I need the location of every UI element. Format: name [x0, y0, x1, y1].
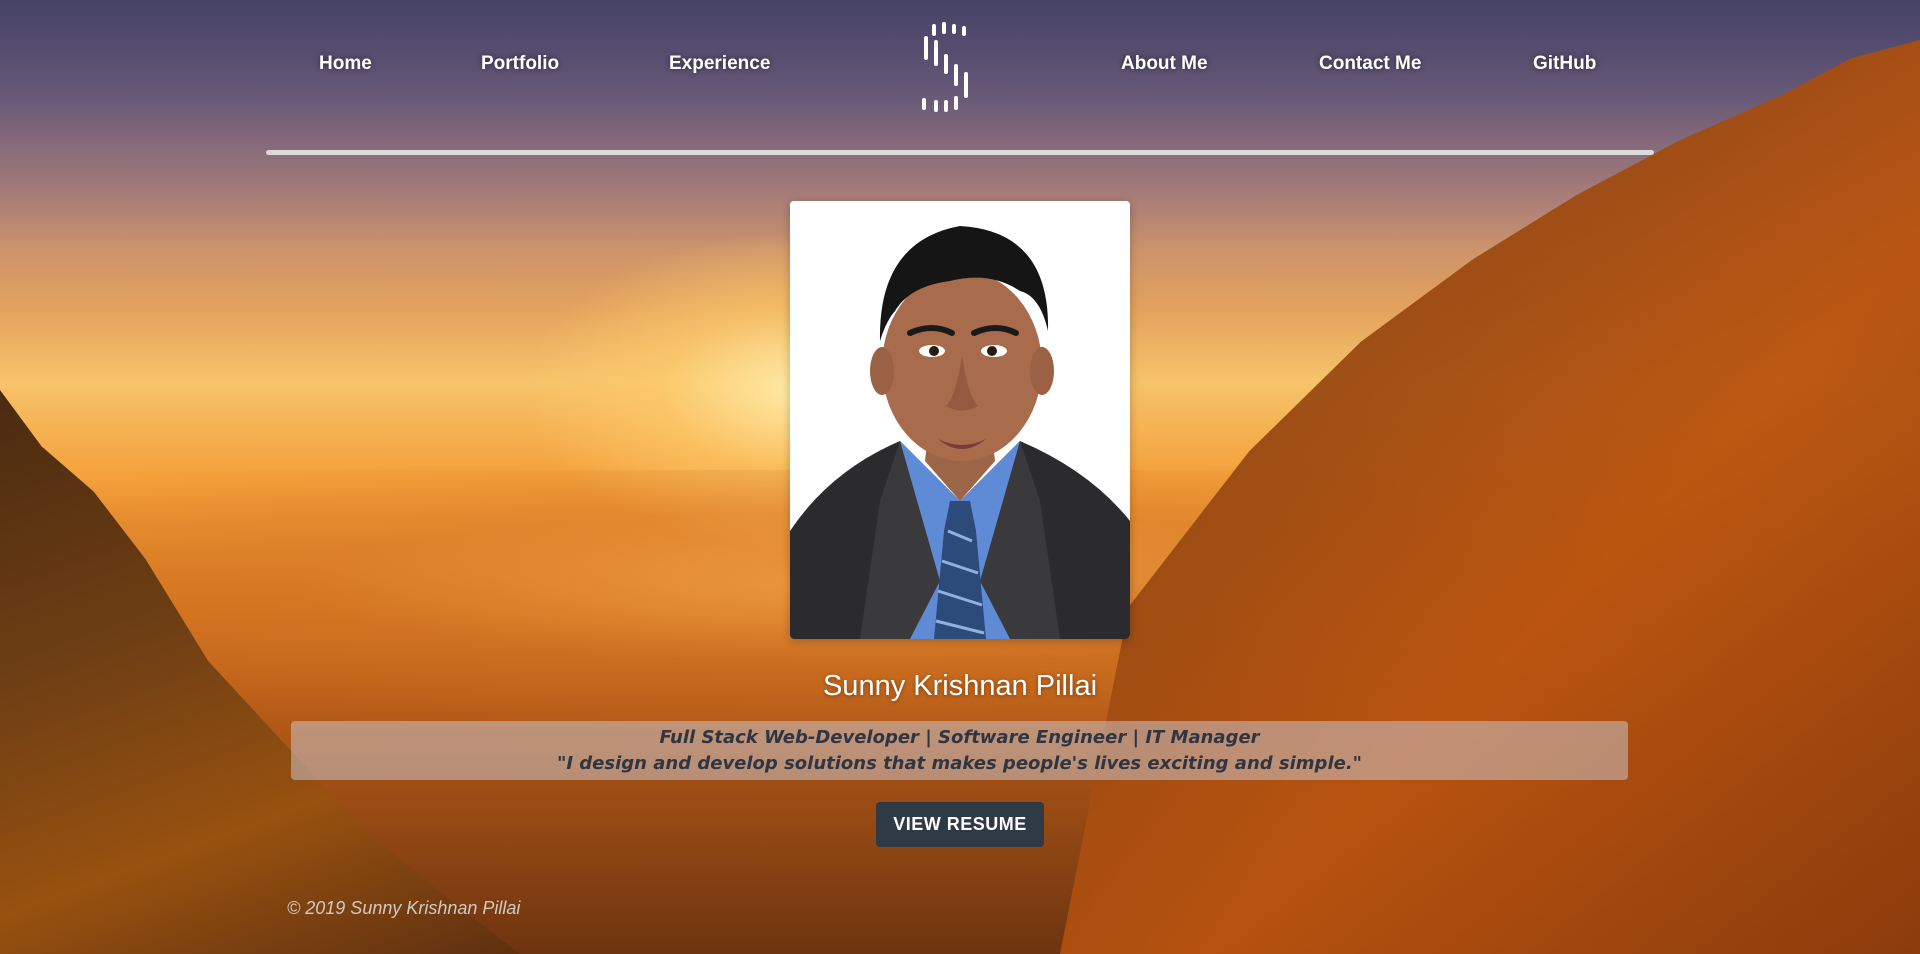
view-resume-button[interactable]: VIEW RESUME	[876, 802, 1044, 847]
tagline-box: Full Stack Web-Developer | Software Engi…	[291, 721, 1628, 780]
nav-link-experience[interactable]: Experience	[669, 53, 770, 75]
quote-text: "I design and develop solutions that mak…	[556, 753, 1363, 774]
nav-link-portfolio[interactable]: Portfolio	[481, 53, 559, 75]
profile-photo	[790, 201, 1130, 639]
stylized-s-logo-icon[interactable]	[914, 20, 976, 116]
copyright-text: © 2019 Sunny Krishnan Pillai	[287, 898, 521, 918]
nav-link-home[interactable]: Home	[319, 53, 372, 75]
nav-divider	[266, 150, 1654, 155]
nav-link-about-me[interactable]: About Me	[1121, 53, 1208, 75]
page: Home Portfolio Experience About Me Conta…	[0, 0, 1920, 954]
top-navigation: Home Portfolio Experience About Me Conta…	[0, 0, 1920, 160]
role-text: Full Stack Web-Developer | Software Engi…	[659, 727, 1260, 748]
nav-link-contact-me[interactable]: Contact Me	[1319, 53, 1421, 75]
nav-link-github[interactable]: GitHub	[1533, 53, 1596, 75]
person-name: Sunny Krishnan Pillai	[822, 670, 1098, 702]
